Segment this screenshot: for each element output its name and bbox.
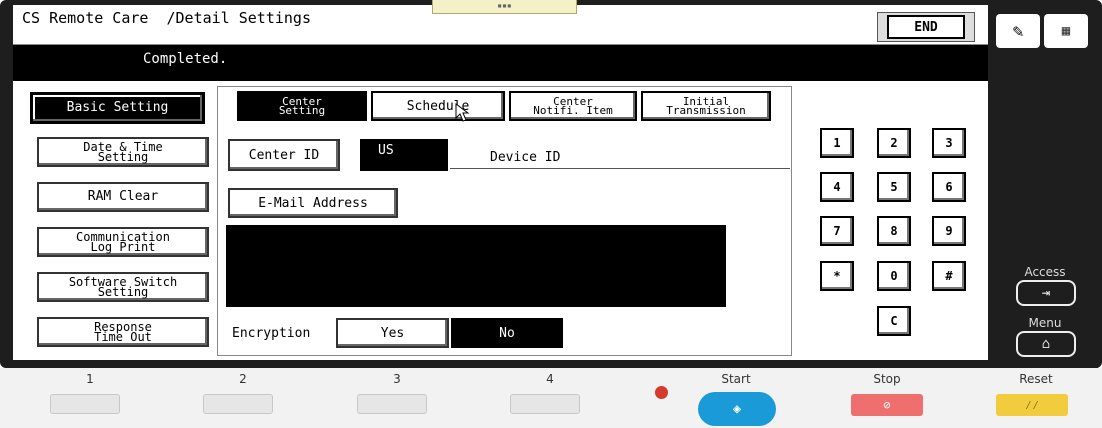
keypad-key-2[interactable]: 2 — [877, 128, 911, 158]
stop-icon: ⊘ — [883, 398, 891, 412]
home-icon[interactable]: ⌂ — [1016, 331, 1076, 357]
menu-label: Setting — [97, 285, 149, 299]
start-button[interactable]: ◈ — [698, 392, 776, 426]
stop-button[interactable]: ⊘ — [851, 394, 923, 416]
menu-ram-clear[interactable]: RAM Clear — [37, 182, 209, 212]
end-button[interactable]: END — [887, 15, 965, 39]
start-icon: ◈ — [732, 401, 742, 417]
keypad-key-0[interactable]: 0 — [877, 261, 911, 291]
keypad-key-6[interactable]: 6 — [932, 172, 966, 202]
menu-label: Setting — [97, 150, 149, 164]
menu-response-time-out[interactable]: Response Time Out — [37, 317, 209, 347]
keypad-key-7[interactable]: 7 — [820, 216, 854, 246]
hw-key-label: 4 — [546, 372, 554, 386]
settings-panel — [217, 86, 792, 356]
keypad-key-hash[interactable]: # — [932, 261, 966, 291]
hw-key-label: 3 — [393, 372, 401, 386]
tab-label: Notifi. Item — [533, 104, 613, 117]
divider — [450, 168, 790, 169]
keypad-key-4[interactable]: 4 — [820, 172, 854, 202]
center-id-value[interactable]: US — [360, 139, 448, 171]
reset-icon: ⁄⁄ — [1024, 397, 1040, 412]
menu-label: Menu — [1028, 316, 1062, 330]
reset-label: Reset — [1019, 372, 1053, 386]
menu-basic-setting[interactable]: Basic Setting — [30, 92, 205, 124]
hw-key-3[interactable] — [357, 394, 427, 414]
device-id-label: Device ID — [490, 150, 561, 165]
encryption-yes-button[interactable]: Yes — [336, 318, 449, 348]
pointer-cursor-icon — [455, 103, 470, 122]
tab-schedule[interactable]: Schedule — [371, 91, 505, 121]
email-address-button[interactable]: E-Mail Address — [228, 188, 398, 218]
keypad-key-8[interactable]: 8 — [877, 216, 911, 246]
status-indicator-light — [655, 386, 668, 399]
hw-key-label: 2 — [239, 372, 247, 386]
stop-label: Stop — [873, 372, 901, 386]
access-icon[interactable]: ⇥ — [1016, 280, 1076, 306]
tab-center-notification-item[interactable]: Center Notifi. Item — [509, 91, 637, 121]
encryption-no-button[interactable]: No — [451, 318, 563, 348]
keypad-key-1[interactable]: 1 — [820, 128, 854, 158]
keypad-key-clear[interactable]: C — [877, 306, 911, 336]
menu-label: RAM Clear — [87, 189, 159, 204]
top-handle[interactable]: ▪▪▪ — [432, 0, 577, 14]
menu-label: Log Print — [90, 240, 156, 254]
hw-key-2[interactable] — [203, 394, 273, 414]
hw-key-label: 1 — [86, 372, 94, 386]
access-label: Access — [1024, 265, 1066, 279]
keypad-key-3[interactable]: 3 — [932, 128, 966, 158]
pen-icon[interactable]: ✎ — [996, 14, 1040, 48]
reset-button[interactable]: ⁄⁄ — [996, 394, 1068, 416]
page-title: CS Remote Care /Detail Settings — [22, 9, 311, 27]
hw-key-1[interactable] — [50, 394, 120, 414]
tab-initial-transmission[interactable]: Initial Transmission — [641, 91, 771, 121]
menu-date-time-setting[interactable]: Date & Time Setting — [37, 137, 209, 167]
tab-center-setting[interactable]: Center Setting — [237, 91, 367, 121]
center-id-button[interactable]: Center ID — [228, 139, 340, 171]
tab-label: Setting — [278, 104, 326, 117]
email-address-field[interactable] — [226, 225, 726, 307]
keypad-toggle-icon[interactable]: ▦ — [1044, 14, 1088, 48]
keypad-key-star[interactable]: * — [820, 261, 854, 291]
tab-label: Transmission — [666, 104, 746, 117]
status-message: Completed. — [13, 45, 988, 81]
encryption-label: Encryption — [232, 326, 311, 341]
menu-label: Time Out — [94, 330, 152, 344]
keypad-key-9[interactable]: 9 — [932, 216, 966, 246]
menu-label: Basic Setting — [66, 100, 169, 115]
hw-key-4[interactable] — [510, 394, 580, 414]
keypad-key-5[interactable]: 5 — [877, 172, 911, 202]
menu-software-switch-setting[interactable]: Software Switch Setting — [37, 272, 209, 302]
side-panel — [988, 5, 1098, 368]
start-label: Start — [721, 372, 751, 386]
menu-communication-log-print[interactable]: Communication Log Print — [37, 227, 209, 257]
